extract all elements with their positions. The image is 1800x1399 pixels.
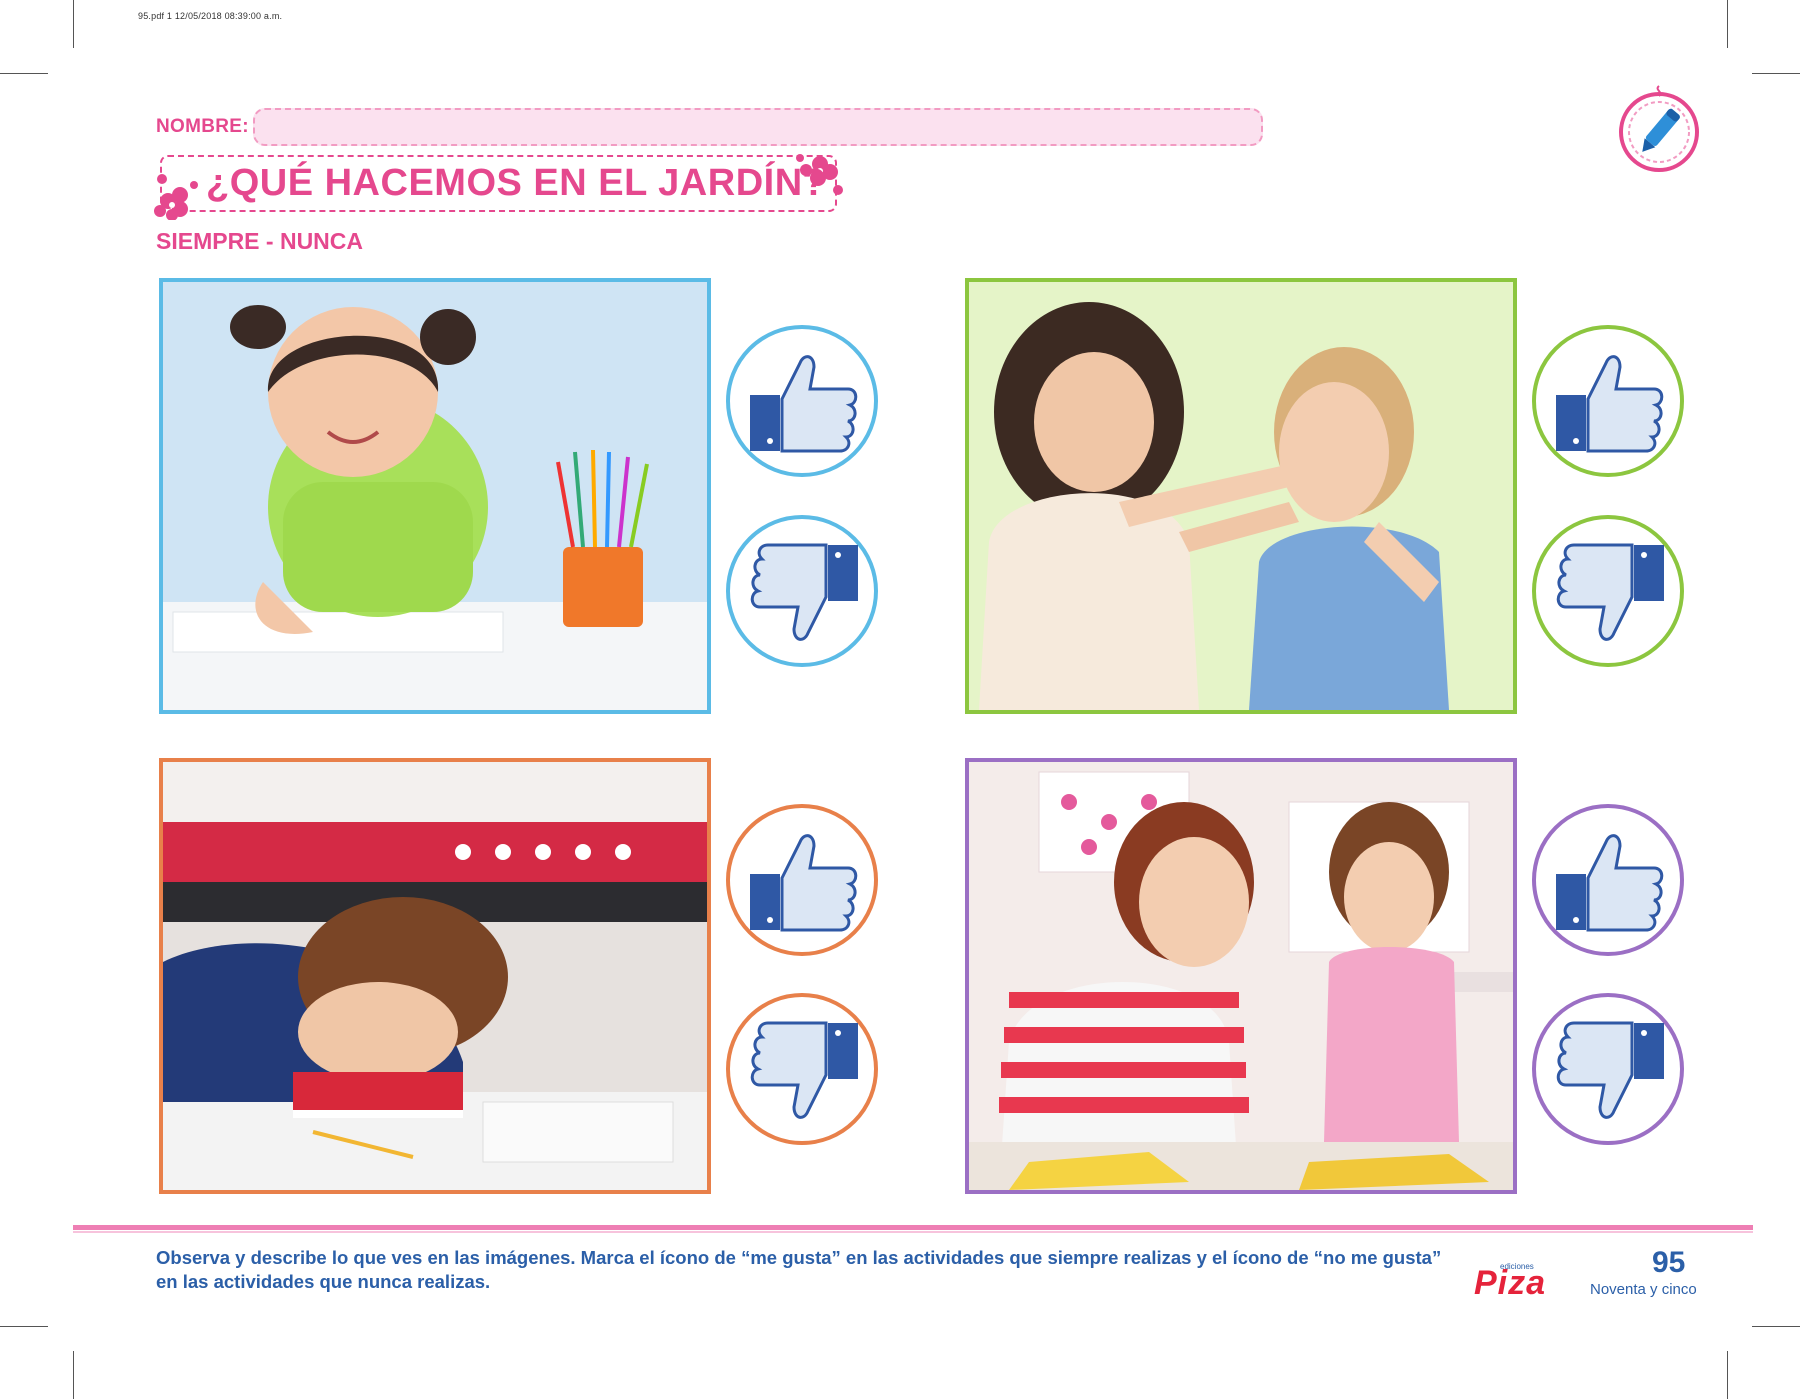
dislike-circle[interactable]: [1532, 515, 1684, 667]
crop-mark: [1727, 0, 1728, 48]
crop-mark: [73, 0, 74, 48]
name-label: NOMBRE:: [156, 116, 249, 137]
page-number: 95: [1652, 1246, 1686, 1279]
like-circle[interactable]: [726, 804, 878, 956]
dislike-circle[interactable]: [726, 515, 878, 667]
footer-divider: [73, 1231, 1753, 1233]
thumbs-up-icon: [1556, 834, 1664, 932]
girls-fighting-photo: [965, 278, 1517, 714]
thumbs-up-icon: [1556, 355, 1664, 453]
name-field[interactable]: [253, 108, 1263, 146]
flower-icon: [154, 174, 198, 220]
thumbs-down-icon: [1556, 543, 1664, 641]
publisher-logo: Piza: [1474, 1264, 1547, 1302]
crop-mark: [1727, 1351, 1728, 1399]
crop-mark: [73, 1351, 74, 1399]
thumbs-down-icon: [750, 1021, 858, 1119]
boy-sleeping-photo: [159, 758, 711, 1194]
like-circle[interactable]: [1532, 325, 1684, 477]
thumbs-down-icon: [1556, 1021, 1664, 1119]
page-number-words: Noventa y cinco: [1590, 1281, 1697, 1298]
teacher-crafting-photo: [965, 758, 1517, 1194]
marker-badge-icon: [1619, 85, 1699, 172]
like-circle[interactable]: [726, 325, 878, 477]
footer-divider: [73, 1225, 1753, 1230]
page-subtitle: SIEMPRE - NUNCA: [156, 228, 364, 254]
crop-mark: [1752, 1326, 1800, 1327]
page-title: ¿QUÉ HACEMOS EN EL JARDÍN?: [206, 162, 827, 204]
dislike-circle[interactable]: [1532, 993, 1684, 1145]
crop-mark: [0, 1326, 48, 1327]
like-circle[interactable]: [1532, 804, 1684, 956]
crop-mark: [1752, 73, 1800, 74]
girl-drawing-photo: [159, 278, 711, 714]
thumbs-up-icon: [750, 355, 858, 453]
instructions-text: Observa y describe lo que ves en las imá…: [156, 1247, 1442, 1292]
dislike-circle[interactable]: [726, 993, 878, 1145]
print-header: 95.pdf 1 12/05/2018 08:39:00 a.m.: [138, 11, 283, 21]
thumbs-down-icon: [750, 543, 858, 641]
crop-mark: [0, 73, 48, 74]
thumbs-up-icon: [750, 834, 858, 932]
